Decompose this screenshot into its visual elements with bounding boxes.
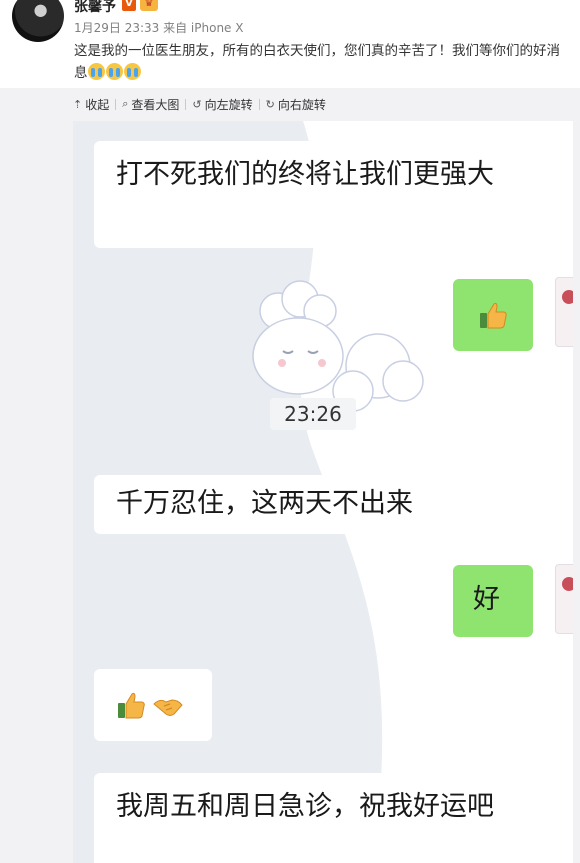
view-large-button[interactable]: ⌕ 查看大图 [116, 96, 185, 113]
thumbs-up-icon [118, 692, 145, 719]
view-large-label: 查看大图 [131, 97, 180, 112]
rotate-right-button[interactable]: ↻ 向右旋转 [260, 96, 332, 113]
crying-emoji-icon [123, 63, 141, 80]
chat-bubble-incoming: 打不死我们的终将让我们更强大 [94, 141, 518, 248]
arrow-up-icon: ⇡ [73, 97, 83, 111]
chat-bubble-outgoing: 好 [453, 565, 533, 637]
chat-screenshot-image[interactable]: 打不死我们的终将让我们更强大 23:26 千万忍住，这两天不出来 好 我周五和周… [73, 121, 573, 863]
chat-bubble-outgoing [453, 279, 533, 351]
post-text: 这是我的一位医生朋友，所有的白衣天使们，您们真的辛苦了！我们等你们的好消息 [74, 40, 569, 84]
magnifier-icon: ⌕ [122, 97, 129, 110]
chat-bubble-incoming: 我周五和周日急诊，祝我好运吧 [94, 773, 518, 863]
chat-bubble-incoming [94, 669, 212, 741]
rotate-right-icon: ↻ [265, 97, 275, 111]
rotate-right-label: 向右旋转 [277, 97, 326, 112]
post-body: 这是我的一位医生朋友，所有的白衣天使们，您们真的辛苦了！我们等你们的好消息 [74, 43, 560, 81]
image-toolbar: ⇡ 收起 ⌕ 查看大图 ↺ 向左旋转 ↻ 向右旋转 [73, 94, 332, 114]
user-avatar[interactable] [12, 0, 64, 42]
post-header: 张馨予 V ♛ 1月29日 23:33 来自 iPhone X 这是我的一位医生… [0, 0, 580, 88]
my-avatar[interactable] [555, 564, 573, 634]
collapse-label: 收起 [85, 97, 110, 112]
username[interactable]: 张馨予 [74, 0, 116, 16]
verified-badge-icon: V [122, 0, 136, 11]
crying-emoji-icon [105, 63, 123, 80]
vip-badge-icon: ♛ [140, 0, 158, 11]
collapse-button[interactable]: ⇡ 收起 [73, 96, 115, 113]
chat-timestamp: 23:26 [270, 398, 356, 430]
thumbs-up-icon [480, 302, 507, 329]
my-avatar[interactable] [555, 277, 573, 347]
crying-emoji-icon [87, 63, 105, 80]
post-meta: 1月29日 23:33 来自 iPhone X [74, 21, 244, 35]
rotate-left-label: 向左旋转 [204, 97, 253, 112]
rotate-left-icon: ↺ [192, 97, 202, 111]
rotate-left-button[interactable]: ↺ 向左旋转 [186, 96, 258, 113]
handshake-icon [153, 699, 183, 716]
chat-bubble-incoming: 千万忍住，这两天不出来 [94, 475, 518, 534]
media-panel: ⇡ 收起 ⌕ 查看大图 ↺ 向左旋转 ↻ 向右旋转 打不死我们的终将让我们更强大 [0, 88, 580, 863]
